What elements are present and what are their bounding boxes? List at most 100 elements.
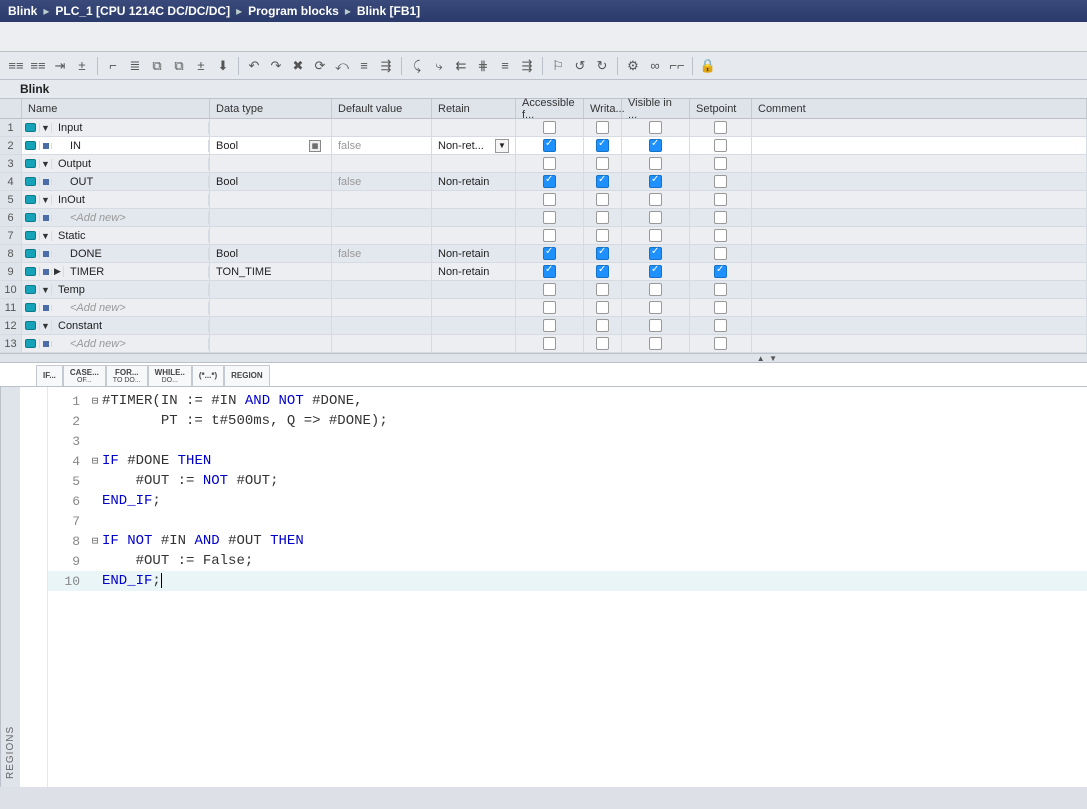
section-row[interactable]: 1▼Input xyxy=(0,119,1087,137)
wr-cell[interactable] xyxy=(584,245,622,262)
code-content[interactable]: IF #DONE THEN xyxy=(102,453,211,469)
acc-checkbox[interactable] xyxy=(543,337,556,350)
name-cell[interactable]: OUT xyxy=(22,173,210,190)
variable-name[interactable]: DONE xyxy=(64,248,209,260)
datatype-cell[interactable] xyxy=(210,317,332,334)
default-cell[interactable] xyxy=(332,119,432,136)
vis-checkbox[interactable] xyxy=(649,193,662,206)
default-cell[interactable] xyxy=(332,317,432,334)
set-checkbox[interactable] xyxy=(714,121,727,134)
wr-cell[interactable] xyxy=(584,227,622,244)
set-cell[interactable] xyxy=(690,137,752,154)
section-row[interactable]: 5▼InOut xyxy=(0,191,1087,209)
toolbar-button[interactable]: ⇇ xyxy=(451,56,471,76)
code-content[interactable]: PT := t#500ms, Q => #DONE); xyxy=(102,413,388,429)
code-content[interactable]: #TIMER(IN := #IN AND NOT #DONE, xyxy=(102,393,363,409)
set-cell[interactable] xyxy=(690,281,752,298)
splitter-bar[interactable]: ▲ ▼ xyxy=(0,353,1087,363)
set-checkbox[interactable] xyxy=(714,157,727,170)
default-cell[interactable] xyxy=(332,227,432,244)
vis-checkbox[interactable] xyxy=(649,175,662,188)
header-setpoint[interactable]: Setpoint xyxy=(690,99,752,118)
vis-checkbox[interactable] xyxy=(649,337,662,350)
comment-cell[interactable] xyxy=(752,281,1087,298)
toolbar-button[interactable]: ⇥ xyxy=(50,56,70,76)
vis-checkbox[interactable] xyxy=(649,319,662,332)
datatype-cell[interactable]: TON_TIME xyxy=(210,263,332,280)
section-row[interactable]: 7▼Static xyxy=(0,227,1087,245)
wr-cell[interactable] xyxy=(584,263,622,280)
fold-icon[interactable]: ⊟ xyxy=(88,394,102,408)
add-new-row[interactable]: 6<Add new> xyxy=(0,209,1087,227)
code-line[interactable]: 10END_IF; xyxy=(48,571,1087,591)
add-new-placeholder[interactable]: <Add new> xyxy=(64,338,209,350)
acc-checkbox[interactable] xyxy=(543,319,556,332)
code-line[interactable]: 7 xyxy=(48,511,1087,531)
vis-cell[interactable] xyxy=(622,137,690,154)
name-cell[interactable]: <Add new> xyxy=(22,299,210,316)
toolbar-button[interactable]: ⋕ xyxy=(473,56,493,76)
toolbar-button[interactable]: ∞ xyxy=(645,56,665,76)
name-cell[interactable]: DONE xyxy=(22,245,210,262)
code-content[interactable]: #OUT := False; xyxy=(102,553,253,569)
comment-cell[interactable] xyxy=(752,299,1087,316)
wr-checkbox[interactable] xyxy=(596,211,609,224)
variable-name[interactable]: IN xyxy=(64,140,209,152)
default-cell[interactable] xyxy=(332,263,432,280)
retain-cell[interactable]: Non-ret...▼ xyxy=(432,137,516,154)
set-cell[interactable] xyxy=(690,209,752,226)
add-new-placeholder[interactable]: <Add new> xyxy=(64,302,209,314)
retain-cell[interactable] xyxy=(432,119,516,136)
set-checkbox[interactable] xyxy=(714,301,727,314)
vis-checkbox[interactable] xyxy=(649,283,662,296)
toolbar-button[interactable]: ⇶ xyxy=(517,56,537,76)
acc-cell[interactable] xyxy=(516,245,584,262)
toolbar-button[interactable]: ⤹ xyxy=(407,56,427,76)
set-cell[interactable] xyxy=(690,299,752,316)
comment-cell[interactable] xyxy=(752,227,1087,244)
wr-checkbox[interactable] xyxy=(596,283,609,296)
code-line[interactable]: 6END_IF; xyxy=(48,491,1087,511)
vis-checkbox[interactable] xyxy=(649,157,662,170)
datatype-cell[interactable]: Bool▦ xyxy=(210,137,332,154)
retain-cell[interactable] xyxy=(432,299,516,316)
name-cell[interactable]: <Add new> xyxy=(22,209,210,226)
retain-cell[interactable] xyxy=(432,317,516,334)
retain-cell[interactable] xyxy=(432,209,516,226)
name-cell[interactable]: ▼Input xyxy=(22,119,210,136)
toolbar-button[interactable]: ⚐ xyxy=(548,56,568,76)
retain-cell[interactable] xyxy=(432,227,516,244)
code-line[interactable]: 1⊟#TIMER(IN := #IN AND NOT #DONE, xyxy=(48,391,1087,411)
set-cell[interactable] xyxy=(690,317,752,334)
datatype-cell[interactable]: Bool xyxy=(210,173,332,190)
toolbar-button[interactable]: ≡ xyxy=(354,56,374,76)
vis-cell[interactable] xyxy=(622,245,690,262)
wr-cell[interactable] xyxy=(584,335,622,352)
comment-cell[interactable] xyxy=(752,335,1087,352)
set-checkbox[interactable] xyxy=(714,139,727,152)
acc-cell[interactable] xyxy=(516,155,584,172)
retain-cell[interactable]: Non-retain xyxy=(432,263,516,280)
vis-checkbox[interactable] xyxy=(649,211,662,224)
header-retain[interactable]: Retain xyxy=(432,99,516,118)
header-accessible[interactable]: Accessible f... xyxy=(516,99,584,118)
datatype-cell[interactable] xyxy=(210,335,332,352)
wr-checkbox[interactable] xyxy=(596,139,609,152)
vis-cell[interactable] xyxy=(622,335,690,352)
section-row[interactable]: 10▼Temp xyxy=(0,281,1087,299)
toolbar-button[interactable]: ± xyxy=(72,56,92,76)
variable-row[interactable]: 8DONEBoolfalseNon-retain xyxy=(0,245,1087,263)
vis-cell[interactable] xyxy=(622,191,690,208)
toolbar-button[interactable]: ⬇ xyxy=(213,56,233,76)
acc-cell[interactable] xyxy=(516,263,584,280)
code-content[interactable]: IF NOT #IN AND #OUT THEN xyxy=(102,533,304,549)
code-content[interactable]: END_IF; xyxy=(102,573,162,589)
set-cell[interactable] xyxy=(690,245,752,262)
add-new-row[interactable]: 11<Add new> xyxy=(0,299,1087,317)
code-line[interactable]: 4⊟IF #DONE THEN xyxy=(48,451,1087,471)
toolbar-button[interactable]: ⚙ xyxy=(623,56,643,76)
acc-cell[interactable] xyxy=(516,173,584,190)
comment-cell[interactable] xyxy=(752,137,1087,154)
code-line[interactable]: 9 #OUT := False; xyxy=(48,551,1087,571)
set-checkbox[interactable] xyxy=(714,265,727,278)
